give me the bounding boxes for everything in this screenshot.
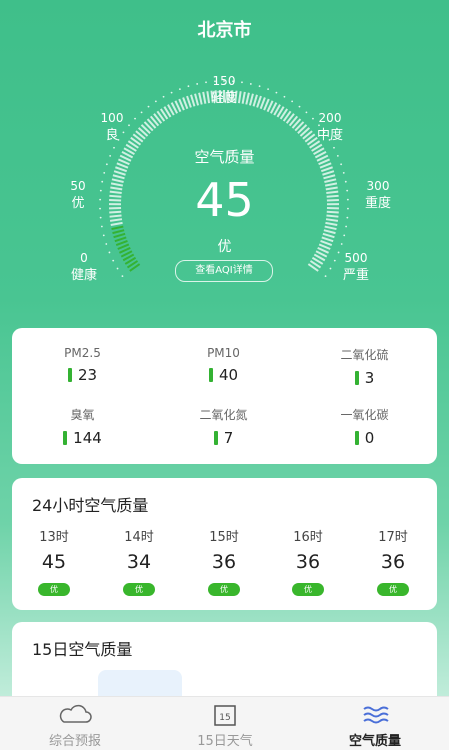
gauge-dot bbox=[291, 100, 293, 102]
gauge-dot bbox=[155, 100, 157, 102]
level-bar bbox=[209, 368, 213, 382]
level-badge: 优 bbox=[123, 583, 155, 596]
level-badge: 优 bbox=[208, 583, 240, 596]
hourly-title: 24小时空气质量 bbox=[32, 492, 148, 516]
level-bar bbox=[355, 431, 359, 445]
pollutants-card: PM2.5 23 PM10 40 二氧化硫 3 臭氧 144 二氧化氮 7 一氧… bbox=[12, 328, 437, 464]
gauge-dot bbox=[188, 85, 190, 87]
gauge-dot bbox=[299, 106, 301, 108]
pollutant-pm10: PM10 40 bbox=[153, 346, 294, 384]
gauge-tick bbox=[115, 167, 126, 171]
gauge-tick bbox=[183, 98, 187, 109]
city-title: 北京市 bbox=[0, 16, 449, 42]
gauge-tick bbox=[112, 230, 124, 233]
pollutant-o3: 臭氧 144 bbox=[12, 406, 153, 447]
gauge-tick bbox=[187, 96, 191, 107]
hour-item: 13时 45 优 bbox=[24, 526, 84, 596]
aqi-level: 优 bbox=[0, 236, 449, 256]
pollutant-so2: 二氧化硫 3 bbox=[294, 346, 435, 387]
gauge-dot bbox=[171, 92, 173, 94]
bottom-tab-bar: 综合预报 15 15日天气 空气质量 bbox=[0, 696, 449, 750]
level-bar bbox=[68, 368, 72, 382]
gauge-dot bbox=[284, 96, 286, 98]
level-badge: 优 bbox=[292, 583, 324, 596]
pollutant-no2: 二氧化氮 7 bbox=[153, 406, 294, 447]
svg-text:15: 15 bbox=[219, 713, 230, 723]
hour-item: 16时 36 优 bbox=[278, 526, 338, 596]
level-bar bbox=[214, 431, 218, 445]
pollutant-pm25: PM2.5 23 bbox=[12, 346, 153, 384]
gauge-dot bbox=[276, 92, 278, 94]
daily-title: 15日空气质量 bbox=[32, 636, 132, 660]
calendar-icon: 15 bbox=[150, 703, 300, 727]
gauge-title: 空气质量 bbox=[0, 146, 449, 167]
hourly-aqi-card[interactable]: 24小时空气质量 13时 45 优 14时 34 优 15时 36 优 16时 … bbox=[12, 478, 437, 610]
gauge-tick bbox=[254, 95, 257, 106]
gauge-dot bbox=[179, 88, 181, 90]
gauge-tick bbox=[321, 167, 332, 171]
gauge-dot bbox=[259, 85, 261, 87]
gauge-dot bbox=[148, 106, 150, 108]
hour-item: 15时 36 优 bbox=[194, 526, 254, 596]
hour-item: 17时 36 优 bbox=[363, 526, 423, 596]
gauge-dot bbox=[117, 268, 119, 270]
aqi-details-button[interactable]: 查看AQI详情 bbox=[175, 260, 273, 282]
gauge-tick bbox=[324, 230, 336, 233]
pollutant-co: 一氧化碳 0 bbox=[294, 406, 435, 447]
gauge-dot bbox=[163, 96, 165, 98]
level-bar bbox=[355, 371, 359, 385]
level-bar bbox=[63, 431, 67, 445]
gauge-dot bbox=[267, 88, 269, 90]
cloud-icon bbox=[0, 703, 150, 727]
level-badge: 优 bbox=[377, 583, 409, 596]
tab-air-quality[interactable]: 空气质量 bbox=[300, 697, 449, 750]
gauge-tick bbox=[257, 96, 261, 107]
scale-label-100: 100良 bbox=[82, 110, 142, 144]
tab-forecast[interactable]: 综合预报 bbox=[0, 697, 150, 750]
gauge-tick bbox=[261, 98, 265, 109]
gauge-dot bbox=[122, 275, 124, 277]
scale-label-150: 150轻度 bbox=[194, 73, 254, 107]
level-badge: 优 bbox=[38, 583, 70, 596]
scale-label-200: 200中度 bbox=[300, 110, 360, 144]
aqi-value: 45 bbox=[0, 172, 449, 228]
tab-15day-weather[interactable]: 15 15日天气 bbox=[150, 697, 300, 750]
wind-waves-icon bbox=[300, 703, 449, 727]
aqi-gauge: 0健康 50优 100良 150轻度 200中度 300重度 500严重 空气质… bbox=[0, 60, 449, 320]
hour-item: 14时 34 优 bbox=[109, 526, 169, 596]
